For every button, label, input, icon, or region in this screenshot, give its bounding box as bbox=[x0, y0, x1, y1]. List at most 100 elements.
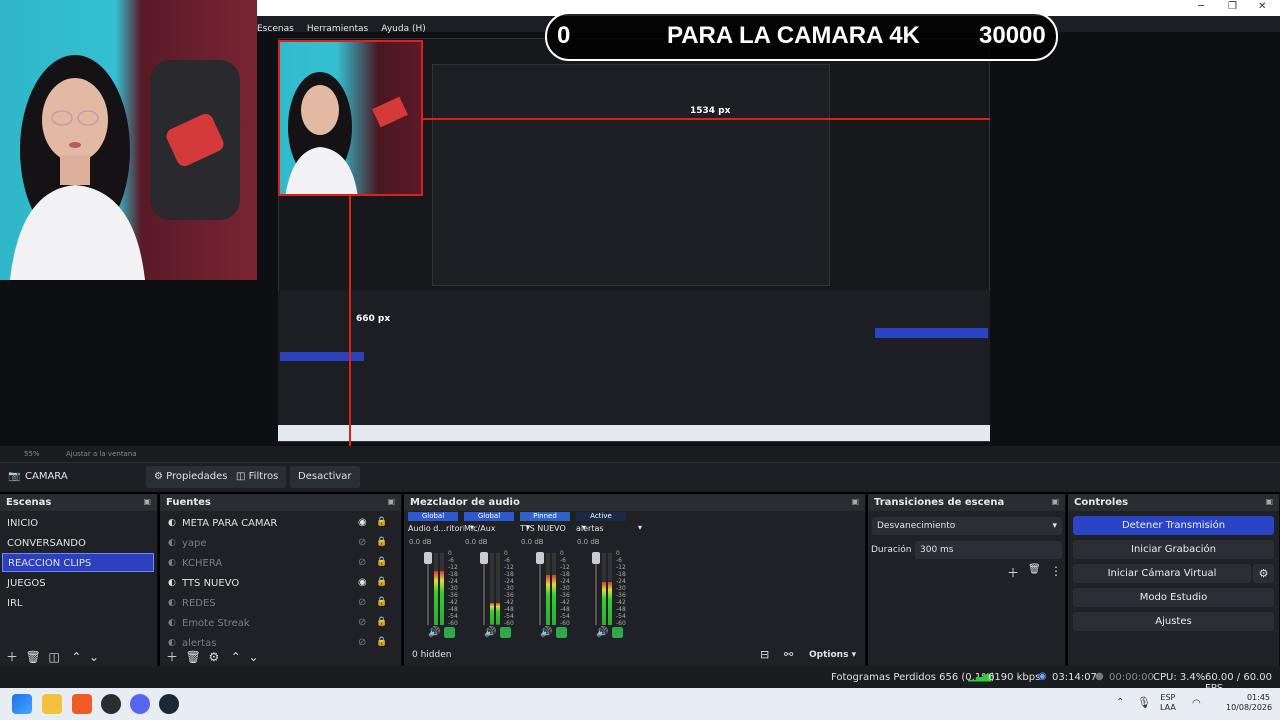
source-settings-icon[interactable]: ⚙ bbox=[209, 650, 220, 664]
menu-herramientas[interactable]: Herramientas bbox=[303, 22, 372, 36]
source-item[interactable]: ◐ TTS NUEVO ◉ 🔒 bbox=[162, 574, 392, 594]
link-icon[interactable]: ⚯ bbox=[784, 648, 793, 661]
headphones-icon[interactable] bbox=[500, 627, 511, 638]
eye-hidden-icon[interactable]: ⊘ bbox=[358, 557, 366, 568]
speaker-icon[interactable]: 🔊 bbox=[484, 627, 496, 638]
start-virtual-camera-button[interactable]: Iniciar Cámara Virtual bbox=[1073, 564, 1251, 583]
volume-knob[interactable] bbox=[536, 552, 544, 564]
language-indicator[interactable]: ESP LAA bbox=[1160, 693, 1176, 713]
discord-icon[interactable] bbox=[130, 694, 150, 714]
brave-browser-icon[interactable] bbox=[72, 694, 92, 714]
headphones-icon[interactable] bbox=[444, 627, 455, 638]
clock[interactable]: 01:45 10/08/2026 bbox=[1226, 693, 1273, 713]
properties-button[interactable]: ⚙ Propiedades bbox=[146, 466, 236, 488]
source-item[interactable]: ◐ REDES ⊘ 🔒 bbox=[162, 594, 392, 614]
start-recording-button[interactable]: Iniciar Grabación bbox=[1073, 540, 1274, 559]
channel-name[interactable]: TTS NUEVO bbox=[520, 524, 576, 533]
source-type-icon: ◐ bbox=[168, 558, 176, 568]
lock-icon[interactable]: 🔒 bbox=[376, 557, 387, 567]
dock-float-icon[interactable]: ▣ bbox=[1265, 497, 1273, 506]
dock-float-icon[interactable]: ▣ bbox=[143, 497, 151, 506]
add-transition-icon[interactable]: ＋ bbox=[1007, 564, 1019, 581]
scene-item-conversando[interactable]: CONVERSANDO bbox=[2, 534, 154, 553]
move-up-icon[interactable]: ⌃ bbox=[231, 650, 241, 664]
restore-icon[interactable]: ❐ bbox=[1228, 1, 1237, 12]
lock-icon[interactable]: 🔒 bbox=[376, 617, 387, 627]
speaker-icon[interactable]: 🔊 bbox=[596, 627, 608, 638]
speaker-icon[interactable]: 🔊 bbox=[540, 627, 552, 638]
zoom-fit-label[interactable]: Ajustar a la ventana bbox=[66, 450, 137, 458]
hidden-count[interactable]: 0 hidden bbox=[412, 650, 451, 660]
remove-source-icon[interactable]: 🗑 bbox=[186, 650, 201, 664]
selected-camera-source[interactable] bbox=[278, 40, 423, 196]
lock-icon[interactable]: 🔒 bbox=[376, 517, 387, 527]
steam-icon[interactable] bbox=[159, 694, 179, 714]
channel-name[interactable]: Mic/Aux bbox=[464, 524, 520, 533]
eye-hidden-icon[interactable]: ⊘ bbox=[358, 637, 366, 648]
wifi-icon[interactable]: ◠ bbox=[1192, 698, 1201, 709]
stop-stream-button[interactable]: Detener Transmisión bbox=[1073, 516, 1274, 535]
gear-icon[interactable]: ⚙ bbox=[1253, 564, 1274, 583]
minimize-icon[interactable]: ─ bbox=[1198, 1, 1204, 12]
scene-item-juegos[interactable]: JUEGOS bbox=[2, 574, 154, 593]
file-explorer-icon[interactable] bbox=[42, 694, 62, 714]
zoom-value[interactable]: 55% bbox=[24, 450, 40, 458]
meta-label: PARA LA CAMARA 4K bbox=[667, 22, 920, 49]
eye-icon[interactable]: ◉ bbox=[358, 517, 367, 528]
deactivate-button[interactable]: Desactivar bbox=[290, 466, 360, 488]
move-up-icon[interactable]: ⌃ bbox=[71, 650, 81, 664]
volume-knob[interactable] bbox=[424, 552, 432, 564]
add-scene-icon[interactable]: ＋ bbox=[6, 650, 18, 664]
dock-float-icon[interactable]: ▣ bbox=[851, 497, 859, 506]
clock-date: 10/08/2026 bbox=[1226, 703, 1273, 712]
lock-icon[interactable]: 🔒 bbox=[376, 537, 387, 547]
eye-hidden-icon[interactable]: ⊘ bbox=[358, 537, 366, 548]
more-icon[interactable]: ⋮ bbox=[1050, 564, 1062, 578]
dock-float-icon[interactable]: ▣ bbox=[1051, 497, 1059, 506]
filter-scene-icon[interactable]: ◫ bbox=[49, 650, 60, 664]
close-icon[interactable]: ✕ bbox=[1258, 1, 1266, 12]
headphones-icon[interactable] bbox=[556, 627, 567, 638]
lock-icon[interactable]: 🔒 bbox=[376, 577, 387, 587]
microphone-icon[interactable]: 🎙 bbox=[1137, 696, 1151, 709]
eye-hidden-icon[interactable]: ⊘ bbox=[358, 617, 366, 628]
lock-icon[interactable]: 🔒 bbox=[376, 637, 387, 647]
source-item[interactable]: ◐ KCHERA ⊘ 🔒 bbox=[162, 554, 392, 574]
layout-icon[interactable]: ⊟ bbox=[760, 648, 769, 661]
duration-field[interactable]: 300 ms bbox=[915, 541, 1062, 559]
source-item[interactable]: ◐ yape ⊘ 🔒 bbox=[162, 534, 392, 554]
chevron-down-icon[interactable]: ▾ bbox=[638, 523, 642, 532]
remove-scene-icon[interactable]: 🗑 bbox=[26, 650, 41, 664]
headphones-icon[interactable] bbox=[612, 627, 623, 638]
source-item[interactable]: ◐ META PARA CAMAR ◉ 🔒 bbox=[162, 514, 392, 534]
options-button[interactable]: Options ▾ bbox=[809, 650, 856, 660]
scene-item-reaccion-clips[interactable]: REACCION CLIPS bbox=[2, 553, 154, 572]
windows-start-icon[interactable] bbox=[12, 694, 32, 714]
volume-knob[interactable] bbox=[592, 552, 600, 564]
meter-scale-tick: -6 bbox=[616, 557, 622, 564]
eye-hidden-icon[interactable]: ⊘ bbox=[358, 597, 366, 608]
transition-select[interactable]: Desvanecimiento ▾ bbox=[872, 517, 1062, 535]
studio-mode-button[interactable]: Modo Estudio bbox=[1073, 588, 1274, 607]
move-down-icon[interactable]: ⌄ bbox=[89, 650, 99, 664]
volume-knob[interactable] bbox=[480, 552, 488, 564]
source-item[interactable]: ◐ Emote Streak ⊘ 🔒 bbox=[162, 614, 392, 634]
meter-scale-tick: -60 bbox=[616, 620, 626, 627]
channel-name[interactable]: alertas bbox=[576, 524, 632, 533]
scene-item-inicio[interactable]: INICIO bbox=[2, 514, 154, 533]
scene-item-irl[interactable]: IRL bbox=[2, 594, 154, 613]
lock-icon[interactable]: 🔒 bbox=[376, 597, 387, 607]
dock-float-icon[interactable]: ▣ bbox=[387, 497, 395, 506]
add-source-icon[interactable]: ＋ bbox=[166, 650, 178, 664]
menu-escenas[interactable]: Escenas bbox=[253, 22, 298, 36]
settings-button[interactable]: Ajustes bbox=[1073, 612, 1274, 631]
filters-button[interactable]: ◫ Filtros bbox=[228, 466, 287, 488]
obs-icon[interactable] bbox=[101, 694, 121, 714]
speaker-icon[interactable]: 🔊 bbox=[428, 627, 440, 638]
menu-ayuda[interactable]: Ayuda (H) bbox=[377, 22, 429, 36]
eye-icon[interactable]: ◉ bbox=[358, 577, 367, 588]
remove-transition-icon[interactable]: 🗑 bbox=[1028, 564, 1041, 575]
move-down-icon[interactable]: ⌄ bbox=[248, 650, 258, 664]
channel-name[interactable]: Audio d...ritorio bbox=[408, 524, 464, 533]
chevron-up-icon[interactable]: ⌃ bbox=[1116, 697, 1124, 708]
